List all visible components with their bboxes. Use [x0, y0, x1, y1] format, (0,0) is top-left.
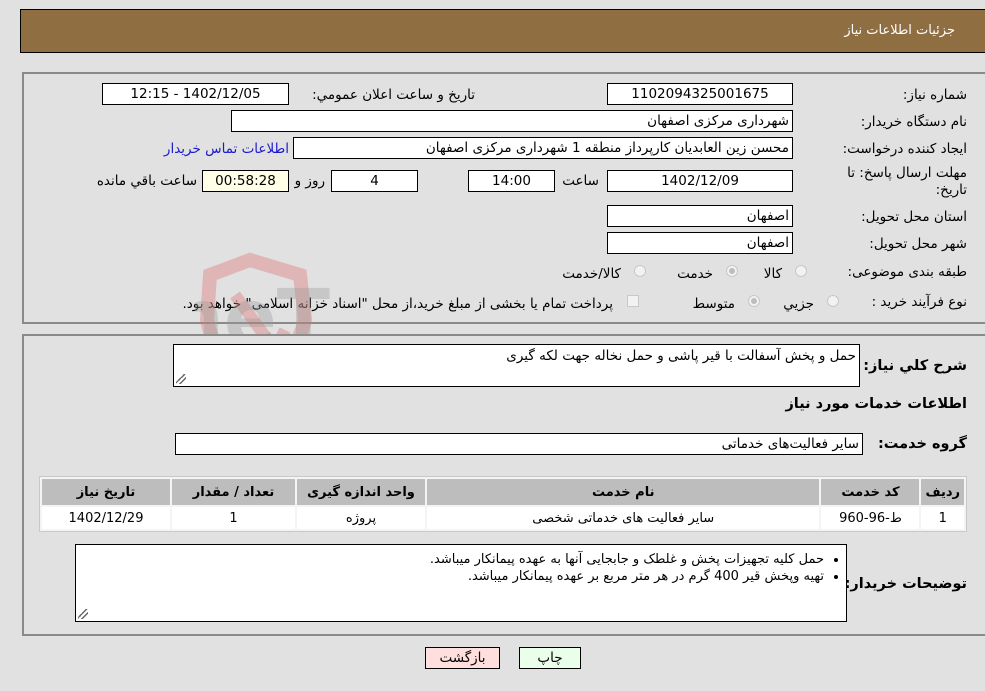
- deadline-label: مهلت ارسال پاسخ: تا تاریخ:: [847, 165, 967, 198]
- announce-datetime-field: 1402/12/05 - 12:15: [102, 83, 289, 105]
- cell-service-name: سایر فعالیت های خدماتی شخصی: [427, 507, 820, 529]
- col-service-name: نام خدمت: [427, 479, 820, 505]
- purchase-type-label: نوع فرآیند خرید :: [871, 294, 967, 310]
- buyer-note-item: تهیه وپخش قیر 400 گرم در هر متر مربع بر …: [76, 568, 824, 585]
- col-quantity: تعداد / مقدار: [172, 479, 295, 505]
- days-label: روز و: [294, 173, 325, 189]
- summary-text: حمل و پخش آسفالت با قیر پاشی و حمل نخاله…: [506, 348, 856, 364]
- back-button[interactable]: بازگشت: [425, 647, 500, 669]
- days-remaining-field: 4: [331, 170, 418, 192]
- cell-row-number: 1: [921, 507, 964, 529]
- time-remaining-field: 00:58:28: [202, 170, 289, 192]
- category-radio-goods-service[interactable]: [634, 265, 646, 277]
- table-row: 1 ط-96-960 سایر فعالیت های خدماتی شخصی پ…: [42, 507, 964, 529]
- delivery-province-label: استان محل تحویل:: [861, 209, 967, 225]
- page-title: جزئیات اطلاعات نیاز: [844, 23, 955, 38]
- category-option-service: خدمت: [677, 266, 713, 282]
- cell-unit: پروژه: [297, 507, 425, 529]
- table-header-row: ردیف کد خدمت نام خدمت واحد اندازه گیری ت…: [42, 479, 964, 505]
- purchase-option-minor: جزيي: [783, 296, 814, 312]
- buyer-notes-textarea[interactable]: حمل کلیه تجهیزات پخش و غلطک و جابجایی آن…: [75, 544, 847, 622]
- col-unit: واحد اندازه گیری: [297, 479, 425, 505]
- category-option-goods: کالا: [763, 266, 782, 282]
- category-option-goods-service: کالا/خدمت: [562, 266, 621, 282]
- cell-quantity: 1: [172, 507, 295, 529]
- need-number-label: شماره نیاز:: [902, 87, 967, 103]
- deadline-date-field: 1402/12/09: [607, 170, 793, 192]
- buyer-contact-link[interactable]: اطلاعات تماس خریدار: [164, 141, 289, 157]
- delivery-province-field: اصفهان: [607, 205, 793, 227]
- creator-label: ایجاد کننده درخواست:: [842, 141, 967, 157]
- time-remaining-label: ساعت باقي مانده: [96, 173, 197, 189]
- service-group-label: گروه خدمت:: [877, 436, 967, 452]
- services-table: ردیف کد خدمت نام خدمت واحد اندازه گیری ت…: [39, 476, 967, 532]
- announce-datetime-label: تاریخ و ساعت اعلان عمومي:: [312, 87, 475, 103]
- category-radio-service[interactable]: [726, 265, 738, 277]
- service-group-field: سایر فعالیت‌های خدماتی: [175, 433, 863, 455]
- category-radio-goods[interactable]: [795, 265, 807, 277]
- cell-need-date: 1402/12/29: [42, 507, 170, 529]
- treasury-note: پرداخت تمام یا بخشی از مبلغ خرید،از محل …: [182, 296, 613, 312]
- category-label: طبقه بندی موضوعی:: [847, 264, 967, 280]
- purchase-radio-medium[interactable]: [748, 295, 760, 307]
- deadline-time-label: ساعت: [562, 173, 599, 189]
- col-service-code: کد خدمت: [821, 479, 920, 505]
- cell-service-code: ط-96-960: [821, 507, 920, 529]
- print-button[interactable]: چاپ: [519, 647, 581, 669]
- buyer-org-label: نام دستگاه خریدار:: [860, 114, 967, 130]
- deadline-time-field: 14:00: [468, 170, 555, 192]
- summary-label: شرح کلي نیاز:: [863, 358, 967, 374]
- services-heading: اطلاعات خدمات مورد نیاز: [785, 396, 967, 412]
- col-row-number: ردیف: [921, 479, 964, 505]
- delivery-city-field: اصفهان: [607, 232, 793, 254]
- buyer-notes-label: توضیحات خریدار:: [844, 576, 967, 592]
- creator-field: محسن زین العابدیان کارپرداز منطقه 1 شهرد…: [293, 137, 793, 159]
- purchase-radio-minor[interactable]: [827, 295, 839, 307]
- delivery-city-label: شهر محل تحویل:: [869, 236, 967, 252]
- purchase-option-medium: متوسط: [692, 296, 735, 312]
- need-number-field: 1102094325001675: [607, 83, 793, 105]
- treasury-checkbox[interactable]: [627, 295, 639, 307]
- resize-grip-icon[interactable]: [78, 609, 88, 619]
- resize-grip-icon[interactable]: [176, 374, 186, 384]
- page-header: جزئیات اطلاعات نیاز: [20, 9, 985, 53]
- summary-textarea[interactable]: حمل و پخش آسفالت با قیر پاشی و حمل نخاله…: [173, 344, 860, 387]
- buyer-org-field: شهرداری مرکزی اصفهان: [231, 110, 793, 132]
- col-need-date: تاریخ نیاز: [42, 479, 170, 505]
- buyer-note-item: حمل کلیه تجهیزات پخش و غلطک و جابجایی آن…: [76, 551, 824, 568]
